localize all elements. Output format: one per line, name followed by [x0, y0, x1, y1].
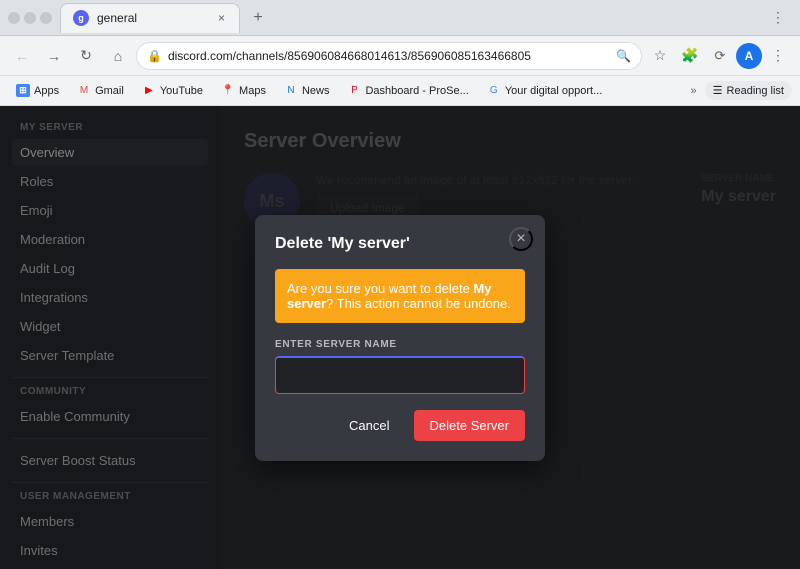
modal-title: Delete 'My server' — [275, 235, 525, 253]
search-icon: 🔍 — [616, 49, 631, 63]
window-controls — [8, 12, 52, 24]
tab-close-button[interactable]: × — [216, 9, 227, 27]
browser-menu-button[interactable]: ⋮ — [764, 42, 792, 70]
modal-close-button[interactable]: × — [509, 227, 533, 251]
gmail-favicon: M — [77, 84, 91, 98]
window-menu-button[interactable]: ⋮ — [764, 4, 792, 32]
lock-icon: 🔒 — [147, 49, 162, 63]
close-window-button[interactable] — [40, 12, 52, 24]
cancel-button[interactable]: Cancel — [333, 410, 405, 441]
news-favicon: N — [284, 84, 298, 98]
bookmark-maps-label: Maps — [239, 85, 266, 97]
forward-button[interactable]: → — [40, 42, 68, 70]
delete-server-modal: × Delete 'My server' Are you sure you wa… — [255, 215, 545, 461]
bookmark-news-label: News — [302, 85, 330, 97]
bookmark-maps[interactable]: 📍 Maps — [213, 81, 274, 101]
maps-favicon: 📍 — [221, 84, 235, 98]
new-tab-button[interactable]: + — [244, 4, 272, 32]
delete-server-button[interactable]: Delete Server — [414, 410, 525, 441]
modal-warning-text-before: Are you sure you want to delete — [287, 281, 473, 296]
browser-frame: g general × + ⋮ ← → ↻ ⌂ 🔒 discord.com/ch… — [0, 0, 800, 569]
browser-toolbar: ← → ↻ ⌂ 🔒 discord.com/channels/856906084… — [0, 36, 800, 76]
address-bar[interactable]: 🔒 discord.com/channels/85690608466801461… — [136, 42, 642, 70]
bookmark-news[interactable]: N News — [276, 81, 338, 101]
bookmarks-more-button[interactable]: » — [685, 82, 703, 100]
extensions-button[interactable]: 🧩 — [676, 42, 704, 70]
browser-titlebar: g general × + ⋮ — [0, 0, 800, 36]
bookmarks-bar: ⊞ Apps M Gmail ▶ YouTube 📍 Maps N News P… — [0, 76, 800, 106]
tab-title: general — [97, 11, 208, 25]
address-text: discord.com/channels/856906084668014613/… — [168, 49, 610, 63]
bookmark-star-button[interactable]: ☆ — [646, 42, 674, 70]
modal-warning: Are you sure you want to delete My serve… — [275, 269, 525, 323]
home-button[interactable]: ⌂ — [104, 42, 132, 70]
modal-overlay: × Delete 'My server' Are you sure you wa… — [0, 106, 800, 569]
bookmark-gmail[interactable]: M Gmail — [69, 81, 132, 101]
modal-warning-text-after: ? This action cannot be undone. — [326, 296, 511, 311]
bookmark-dashboard[interactable]: P Dashboard - ProSe... — [339, 81, 476, 101]
dashboard-favicon: P — [347, 84, 361, 98]
bookmark-gmail-label: Gmail — [95, 85, 124, 97]
youtube-favicon: ▶ — [142, 84, 156, 98]
reading-list-icon: ☰ — [713, 84, 723, 97]
home-icon: ⌂ — [114, 48, 122, 64]
bookmark-google-label: Your digital opport... — [505, 85, 602, 97]
tab-favicon: g — [73, 10, 89, 26]
tab-bar: g general × + — [60, 0, 764, 36]
page-content: MY SERVER Overview Roles Emoji Moderatio… — [0, 106, 800, 569]
back-button[interactable]: ← — [8, 42, 36, 70]
bookmark-apps[interactable]: ⊞ Apps — [8, 81, 67, 101]
minimize-button[interactable] — [8, 12, 20, 24]
toolbar-actions: ☆ 🧩 ⟳ A ⋮ — [646, 42, 792, 70]
bookmark-google[interactable]: G Your digital opport... — [479, 81, 610, 101]
modal-input-label: ENTER SERVER NAME — [275, 339, 525, 350]
google-favicon: G — [487, 84, 501, 98]
reading-list-button[interactable]: ☰ Reading list — [705, 81, 792, 100]
server-name-input[interactable] — [275, 356, 525, 394]
forward-icon: → — [47, 48, 61, 64]
bookmark-youtube-label: YouTube — [160, 85, 203, 97]
bookmark-dashboard-label: Dashboard - ProSe... — [365, 85, 468, 97]
sync-button[interactable]: ⟳ — [706, 42, 734, 70]
reading-list-label: Reading list — [727, 85, 784, 97]
reload-icon: ↻ — [80, 47, 92, 64]
active-tab[interactable]: g general × — [60, 3, 240, 33]
reload-button[interactable]: ↻ — [72, 42, 100, 70]
bookmark-apps-label: Apps — [34, 85, 59, 97]
maximize-button[interactable] — [24, 12, 36, 24]
profile-button[interactable]: A — [736, 43, 762, 69]
apps-favicon: ⊞ — [16, 84, 30, 98]
modal-actions: Cancel Delete Server — [275, 410, 525, 441]
back-icon: ← — [15, 48, 29, 64]
bookmark-youtube[interactable]: ▶ YouTube — [134, 81, 211, 101]
